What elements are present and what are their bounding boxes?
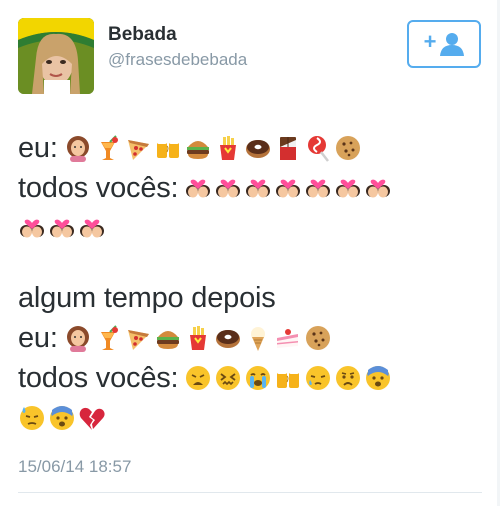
tweet-text: eu: todos vocês: algum tempo depois eu: todo… <box>18 128 488 438</box>
couple-kiss-icon <box>78 214 106 242</box>
donut-icon <box>214 324 242 352</box>
tweet-line: eu: <box>18 128 488 168</box>
tweet-line <box>18 208 488 248</box>
couple-kiss-icon <box>364 174 392 202</box>
hamburger-icon <box>184 134 212 162</box>
broken-heart-icon <box>78 404 106 432</box>
couple-kiss-icon <box>274 174 302 202</box>
line-label: todos vocês: <box>18 361 179 394</box>
tropical-drink-icon <box>94 134 122 162</box>
ice-cream-icon <box>244 324 272 352</box>
fries-icon <box>184 324 212 352</box>
fries-icon <box>214 134 242 162</box>
timestamp[interactable]: 15/06/14 18:57 <box>18 457 131 477</box>
couple-kiss-icon <box>48 214 76 242</box>
couple-kiss-icon <box>18 214 46 242</box>
couple-kiss-icon <box>304 174 332 202</box>
beers-icon <box>154 134 182 162</box>
sleepy-face-icon <box>304 364 332 392</box>
couple-kiss-icon <box>334 174 362 202</box>
donut-icon <box>244 134 272 162</box>
woman-icon <box>64 324 92 352</box>
cookie-icon <box>334 134 362 162</box>
add-user-icon <box>440 33 465 56</box>
plus-icon: + <box>423 29 437 54</box>
lollipop-icon <box>304 134 332 162</box>
weary-face-icon <box>184 364 212 392</box>
tweet-line: todos vocês: <box>18 168 488 208</box>
line-label: algum tempo depois <box>18 281 276 314</box>
tweet-line <box>18 398 488 438</box>
confounded-face-icon <box>214 364 242 392</box>
author-handle[interactable]: @frasesdebebada <box>108 50 247 70</box>
tweet-line: todos vocês: <box>18 358 488 398</box>
line-label: eu: <box>18 131 58 164</box>
cake-icon <box>274 324 302 352</box>
divider <box>18 492 482 493</box>
pizza-icon <box>124 324 152 352</box>
follow-button[interactable]: + <box>407 20 481 68</box>
pizza-icon <box>124 134 152 162</box>
author-name[interactable]: Bebada <box>108 24 177 46</box>
cookie-icon <box>304 324 332 352</box>
tweet-line: eu: <box>18 318 488 358</box>
line-label: todos vocês: <box>18 171 179 204</box>
avatar[interactable] <box>18 18 94 94</box>
tropical-drink-icon <box>94 324 122 352</box>
hamburger-icon <box>154 324 182 352</box>
beers-icon <box>274 364 302 392</box>
couple-kiss-icon <box>214 174 242 202</box>
couple-kiss-icon <box>184 174 212 202</box>
tweet-line: algum tempo depois <box>18 278 488 318</box>
fearful-face-icon <box>48 404 76 432</box>
sweat-face-icon <box>18 404 46 432</box>
line-label: eu: <box>18 321 58 354</box>
chocolate-bar-icon <box>274 134 302 162</box>
fearful-face-icon <box>364 364 392 392</box>
disappointed-face-icon <box>334 364 362 392</box>
woman-icon <box>64 134 92 162</box>
crying-face-icon <box>244 364 272 392</box>
couple-kiss-icon <box>244 174 272 202</box>
